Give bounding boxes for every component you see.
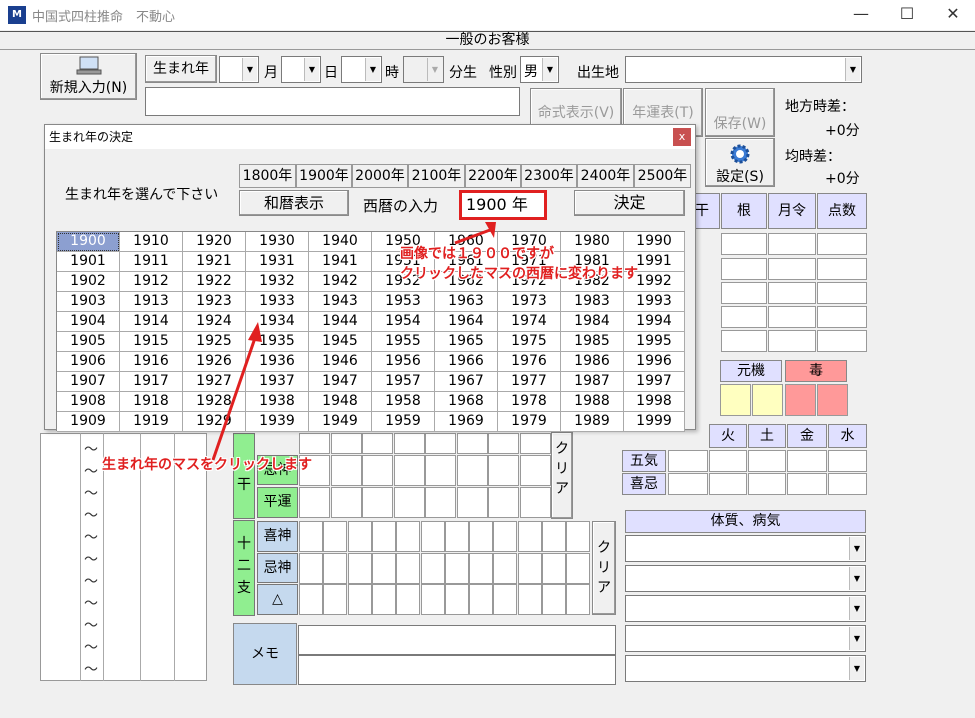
annotation-note-2: クリックしたマスの西暦に変わります	[400, 266, 638, 282]
annotation-note-3: 生まれ年のマスをクリックします	[102, 457, 312, 473]
annotation-note-1: 画像では１９００ですが	[400, 246, 554, 262]
annotation-arrows	[211, 222, 496, 461]
